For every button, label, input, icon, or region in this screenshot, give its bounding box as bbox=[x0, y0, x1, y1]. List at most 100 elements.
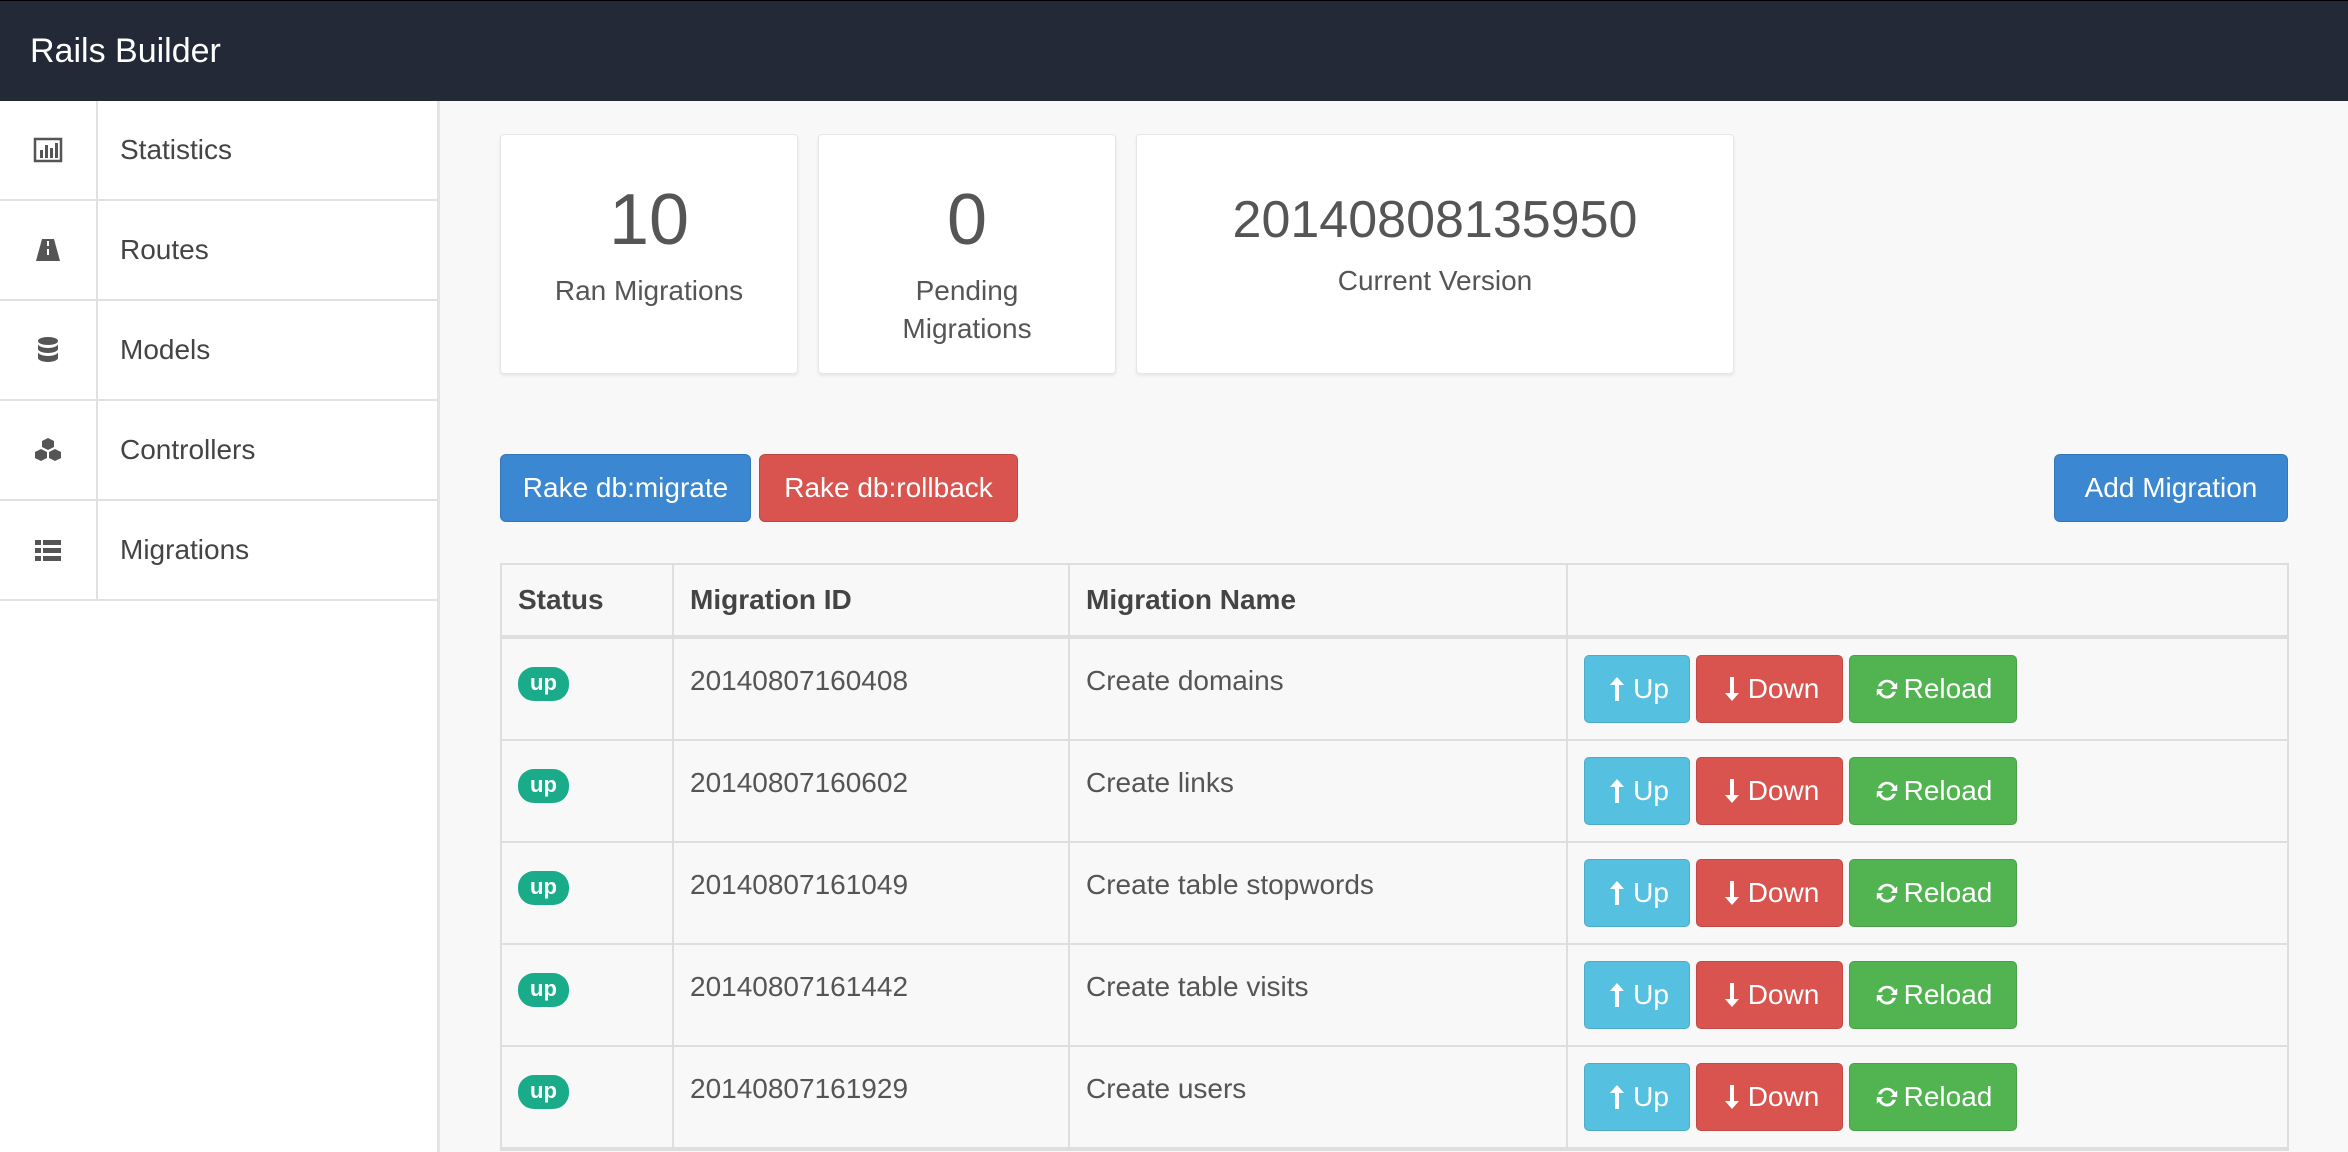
sidebar-item-models[interactable]: Models bbox=[0, 301, 437, 401]
migration-id-cell: 20140807161049 bbox=[674, 843, 1070, 943]
up-label: Up bbox=[1633, 1081, 1669, 1112]
arrow-up-icon bbox=[1610, 881, 1625, 905]
header-migration-id[interactable]: Migration ID bbox=[674, 565, 1070, 635]
rake-migrate-button[interactable]: Rake db:migrate bbox=[500, 454, 751, 522]
migration-name-cell: Create domains bbox=[1070, 639, 1568, 739]
arrow-down-icon bbox=[1724, 779, 1739, 803]
down-button[interactable]: Down bbox=[1696, 655, 1843, 723]
database-icon bbox=[0, 301, 98, 399]
header-migration-name[interactable]: Migration Name bbox=[1070, 565, 1568, 635]
sidebar-item-statistics[interactable]: Statistics bbox=[0, 101, 437, 201]
status-badge: up bbox=[518, 871, 569, 905]
sidebar-item-controllers[interactable]: Controllers bbox=[0, 401, 437, 501]
up-button[interactable]: Up bbox=[1584, 859, 1690, 927]
app-title[interactable]: Rails Builder bbox=[30, 31, 221, 71]
up-button[interactable]: Up bbox=[1584, 655, 1690, 723]
table-row: up 20140807161049 Create table stopwords… bbox=[502, 843, 2287, 945]
rake-rollback-button[interactable]: Rake db:rollback bbox=[759, 454, 1018, 522]
refresh-icon bbox=[1876, 985, 1897, 1005]
reload-button[interactable]: Reload bbox=[1849, 961, 2017, 1029]
sidebar-item-routes[interactable]: Routes bbox=[0, 201, 437, 301]
reload-label: Reload bbox=[1903, 1081, 1993, 1112]
down-button[interactable]: Down bbox=[1696, 859, 1843, 927]
pending-migrations-count: 0 bbox=[946, 180, 988, 260]
reload-button[interactable]: Reload bbox=[1849, 757, 2017, 825]
table-body: up 20140807160408 Create domains Up Down… bbox=[502, 639, 2287, 1149]
down-label: Down bbox=[1747, 673, 1820, 704]
down-label: Down bbox=[1747, 775, 1820, 806]
sidebar-item-label: Routes bbox=[120, 234, 209, 265]
migration-name-cell: Create table stopwords bbox=[1070, 843, 1568, 943]
main-content: 10 Ran Migrations 0 Pending Migrations 2… bbox=[443, 101, 2348, 1152]
reload-label: Reload bbox=[1903, 877, 1993, 908]
reload-label: Reload bbox=[1903, 673, 1993, 704]
header-actions bbox=[1568, 565, 2287, 635]
reload-button[interactable]: Reload bbox=[1849, 1063, 2017, 1131]
table-header: Status Migration ID Migration Name bbox=[502, 565, 2287, 639]
status-cell: up bbox=[502, 741, 674, 841]
sidebar-item-label: Migrations bbox=[120, 534, 250, 565]
migration-name-cell: Create table visits bbox=[1070, 945, 1568, 1045]
sidebar-item-label: Controllers bbox=[120, 434, 256, 465]
current-version-label: Current Version bbox=[1337, 265, 1533, 296]
reload-label: Reload bbox=[1903, 979, 1993, 1010]
sidebar-item-migrations[interactable]: Migrations bbox=[0, 501, 437, 601]
table-row: up 20140807160408 Create domains Up Down… bbox=[502, 639, 2287, 741]
actions-cell: Up Down Reload bbox=[1568, 843, 2287, 943]
up-button[interactable]: Up bbox=[1584, 1063, 1690, 1131]
arrow-up-icon bbox=[1610, 677, 1625, 701]
arrow-down-icon bbox=[1724, 983, 1739, 1007]
up-button[interactable]: Up bbox=[1584, 757, 1690, 825]
arrow-down-icon bbox=[1724, 677, 1739, 701]
status-badge: up bbox=[518, 973, 569, 1007]
status-cell: up bbox=[502, 639, 674, 739]
road-icon bbox=[0, 201, 98, 299]
ran-migrations-card: 10 Ran Migrations bbox=[500, 134, 798, 374]
bar-chart-icon bbox=[0, 101, 98, 199]
sidebar: Statistics Routes Models Controllers Mig… bbox=[0, 101, 440, 1152]
status-badge: up bbox=[518, 769, 569, 803]
migrations-table: Status Migration ID Migration Name up 20… bbox=[500, 563, 2289, 1151]
pending-migrations-label: Pending Migrations bbox=[902, 275, 1032, 344]
sidebar-item-label: Models bbox=[120, 334, 211, 365]
top-navbar: Rails Builder bbox=[0, 0, 2348, 101]
table-row: up 20140807160602 Create links Up Down R… bbox=[502, 741, 2287, 843]
actions-cell: Up Down Reload bbox=[1568, 741, 2287, 841]
migration-name-cell: Create users bbox=[1070, 1047, 1568, 1147]
table-row: up 20140807161929 Create users Up Down R… bbox=[502, 1047, 2287, 1149]
current-version-card: 20140808135950 Current Version bbox=[1136, 134, 1734, 374]
actions-cell: Up Down Reload bbox=[1568, 945, 2287, 1045]
refresh-icon bbox=[1876, 883, 1897, 903]
up-label: Up bbox=[1633, 877, 1669, 908]
status-badge: up bbox=[518, 1075, 569, 1109]
migration-id-cell: 20140807161442 bbox=[674, 945, 1070, 1045]
actions-cell: Up Down Reload bbox=[1568, 1047, 2287, 1147]
migration-name-cell: Create links bbox=[1070, 741, 1568, 841]
down-button[interactable]: Down bbox=[1696, 1063, 1843, 1131]
status-cell: up bbox=[502, 1047, 674, 1147]
refresh-icon bbox=[1876, 781, 1897, 801]
up-button[interactable]: Up bbox=[1584, 961, 1690, 1029]
migration-id-cell: 20140807161929 bbox=[674, 1047, 1070, 1147]
status-cell: up bbox=[502, 843, 674, 943]
refresh-icon bbox=[1876, 679, 1897, 699]
reload-button[interactable]: Reload bbox=[1849, 655, 2017, 723]
status-badge: up bbox=[518, 667, 569, 701]
actions-cell: Up Down Reload bbox=[1568, 639, 2287, 739]
reload-button[interactable]: Reload bbox=[1849, 859, 2017, 927]
down-button[interactable]: Down bbox=[1696, 961, 1843, 1029]
current-version-value: 20140808135950 bbox=[1232, 191, 1638, 249]
status-cell: up bbox=[502, 945, 674, 1045]
down-label: Down bbox=[1747, 877, 1820, 908]
down-label: Down bbox=[1747, 979, 1820, 1010]
arrow-up-icon bbox=[1610, 1085, 1625, 1109]
down-button[interactable]: Down bbox=[1696, 757, 1843, 825]
sidebar-item-label: Statistics bbox=[120, 134, 233, 165]
ran-migrations-count: 10 bbox=[608, 180, 690, 260]
cubes-icon bbox=[0, 401, 98, 499]
arrow-up-icon bbox=[1610, 983, 1625, 1007]
migration-id-cell: 20140807160602 bbox=[674, 741, 1070, 841]
add-migration-button[interactable]: Add Migration bbox=[2054, 454, 2288, 522]
header-status[interactable]: Status bbox=[502, 565, 674, 635]
reload-label: Reload bbox=[1903, 775, 1993, 806]
